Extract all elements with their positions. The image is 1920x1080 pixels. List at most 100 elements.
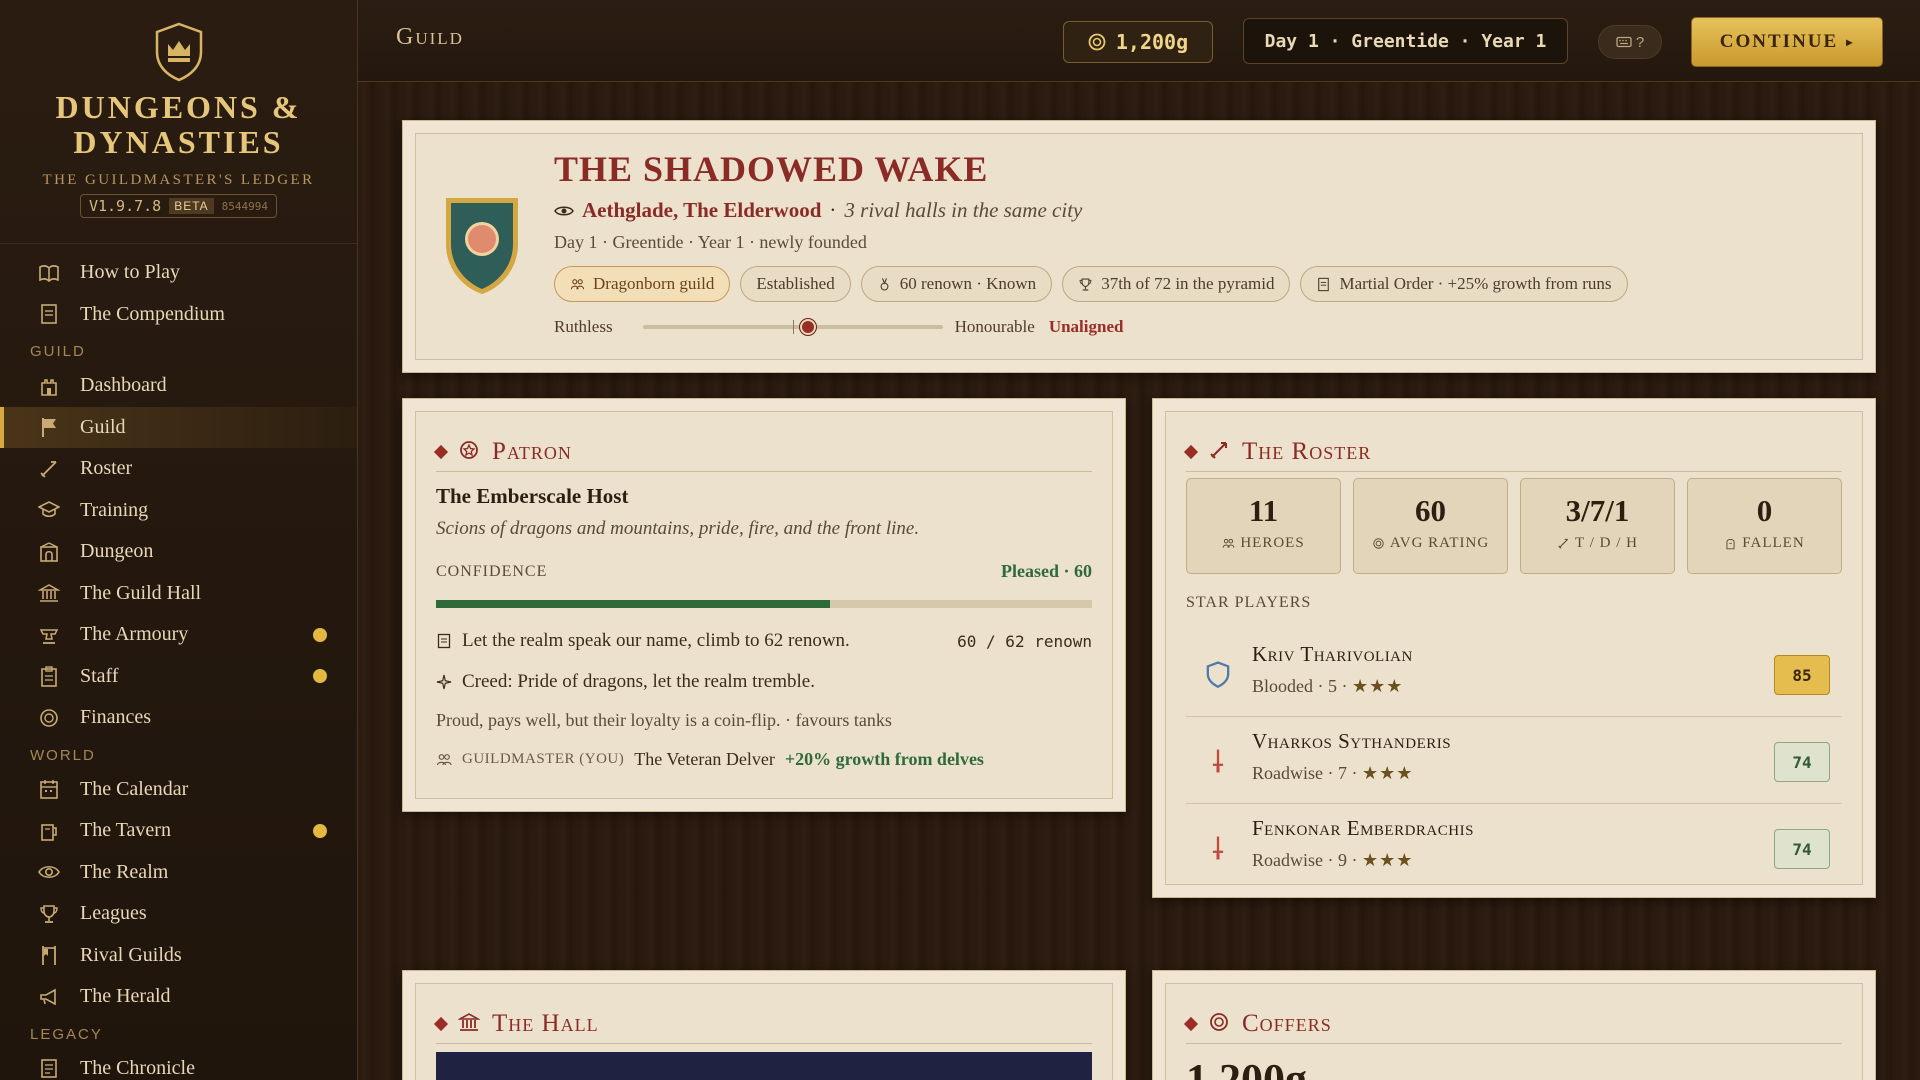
star-players-heading: STAR PLAYERS	[1186, 594, 1312, 611]
patron-description: Scions of dragons and mountains, pride, …	[436, 518, 920, 539]
sidebar-item-staff[interactable]: Staff	[0, 656, 357, 698]
dungeon-icon	[38, 541, 60, 563]
hall-card: The Hall	[402, 970, 1126, 1080]
hall-title: The Hall	[492, 1009, 599, 1037]
player-stars: ★★★	[1361, 850, 1414, 870]
nav-section-guild: GUILD	[30, 343, 86, 360]
stat-label: FALLEN	[1688, 535, 1841, 552]
brand: DUNGEONS & DYNASTIES THE GUILDMASTER'S L…	[0, 0, 357, 244]
clipboard-icon	[41, 666, 57, 688]
sidebar-item-training[interactable]: Training	[0, 490, 357, 532]
sidebar-item-label: How to Play	[80, 261, 180, 284]
player-stars: ★★★	[1351, 676, 1404, 696]
hall-banner-image	[436, 1052, 1092, 1080]
scroll-icon	[41, 1059, 57, 1079]
sidebar-item-the-herald[interactable]: The Herald	[0, 976, 357, 1018]
guildmaster-row: GUILDMASTER (YOU) The Veteran Delver +20…	[436, 749, 1092, 770]
patron-creed-text: Creed: Pride of dragons, let the realm t…	[462, 671, 815, 692]
coffers-amount: 1,200g	[1186, 1055, 1307, 1080]
patron-card: Patron The Emberscale Host Scions of dra…	[402, 398, 1126, 812]
player-meta: Roadwise · 9 · ★★★	[1252, 850, 1413, 871]
sidebar-item-dungeon[interactable]: Dungeon	[0, 531, 357, 573]
alignment-right-label: Honourable	[954, 317, 1035, 336]
guild-tag-label: 60 renown · Known	[899, 274, 1037, 293]
guild-city-link[interactable]: Aethglade, The Elderwood	[582, 198, 821, 223]
gold-display[interactable]: 1,200g	[1063, 21, 1213, 63]
sidebar-item-the-calendar[interactable]: The Calendar	[0, 769, 357, 811]
guild-tag-dragonborn-guild: Dragonborn guild	[554, 266, 731, 302]
roster-stats: 11 HEROES 60 AVG RATING 3/7/1 T / D / H 0 FALLE…	[1186, 478, 1842, 574]
guild-tag-60-renown-known: 60 renown · Known	[860, 266, 1053, 302]
confidence-bar-fill	[436, 600, 830, 608]
sidebar-item-the-tavern[interactable]: The Tavern	[0, 810, 357, 852]
keyboard-help-button[interactable]: ?	[1598, 25, 1662, 59]
sidebar: DUNGEONS & DYNASTIES THE GUILDMASTER'S L…	[0, 0, 358, 1080]
patron-goal: Let the realm speak our name, climb to 6…	[436, 630, 1092, 652]
sidebar-item-label: The Guild Hall	[80, 581, 202, 604]
sidebar-item-the-chronicle[interactable]: The Chronicle	[0, 1048, 357, 1080]
hall-icon	[38, 584, 60, 603]
guild-tag-label: Established	[756, 274, 835, 293]
stat-label: HEROES	[1187, 535, 1340, 552]
alignment-row: Ruthless Honourable Unaligned	[554, 317, 1123, 337]
shield-icon	[1206, 661, 1230, 688]
book-icon	[39, 264, 59, 282]
coffers-card: Coffers 1,200g	[1152, 970, 1876, 1080]
player-name: Fenkonar Emberdrachis	[1252, 816, 1474, 840]
dagger-icon	[1212, 836, 1224, 860]
stat-avg-rating: 60 AVG RATING	[1353, 478, 1508, 574]
guildmaster-title: The Veteran Delver	[634, 749, 775, 769]
notification-dot	[313, 669, 327, 684]
play-arrow-icon: ▸	[1846, 34, 1855, 49]
stat-label-text: AVG RATING	[1389, 535, 1490, 551]
sidebar-item-the-realm[interactable]: The Realm	[0, 852, 357, 894]
player-row[interactable]: Kriv Tharivolian Blooded · 5 · ★★★ 85	[1186, 630, 1842, 717]
app-title-line2: DYNASTIES	[73, 124, 284, 160]
sidebar-item-leagues[interactable]: Leagues	[0, 893, 357, 935]
sidebar-item-the-compendium[interactable]: The Compendium	[0, 294, 357, 336]
sidebar-item-the-guild-hall[interactable]: The Guild Hall	[0, 573, 357, 615]
hall-icon	[456, 1011, 482, 1037]
player-rating: 85	[1774, 655, 1830, 695]
target-icon	[1373, 538, 1384, 549]
sidebar-item-rival-guilds[interactable]: Rival Guilds	[0, 935, 357, 977]
castle-icon	[41, 378, 57, 396]
document-icon	[1318, 277, 1330, 291]
people-icon	[436, 753, 452, 765]
sidebar-item-guild[interactable]: Guild	[0, 406, 357, 448]
calendar-icon	[38, 778, 60, 800]
medal-icon	[880, 277, 889, 290]
app-title-line1: DUNGEONS &	[55, 89, 302, 125]
player-meta: Blooded · 5 · ★★★	[1252, 676, 1403, 697]
sidebar-item-finances[interactable]: Finances	[0, 697, 357, 739]
continue-button[interactable]: CONTINUE ▸	[1691, 17, 1883, 67]
guild-tag-37th-of-72-in-the-pyramid: 37th of 72 in the pyramid	[1062, 266, 1291, 302]
patron-header: Patron	[433, 432, 1092, 472]
app-subtitle: THE GUILDMASTER'S LEDGER	[42, 172, 315, 188]
diamond-icon	[1183, 1016, 1199, 1031]
nav-section-legacy: LEGACY	[30, 1025, 103, 1043]
horn-icon	[38, 986, 60, 1008]
keyboard-icon	[1616, 36, 1632, 48]
alignment-value: Unaligned	[1048, 317, 1124, 336]
guildmaster-label: GUILDMASTER (YOU)	[462, 751, 625, 767]
mortarboard-icon	[38, 499, 60, 521]
alignment-center-tick	[792, 320, 794, 334]
sidebar-item-dashboard[interactable]: Dashboard	[0, 365, 357, 407]
eye-icon	[38, 861, 60, 883]
player-row[interactable]: Fenkonar Emberdrachis Roadwise · 9 · ★★★ 7…	[1186, 804, 1842, 884]
sidebar-item-label: Dungeon	[80, 540, 154, 563]
player-meta-text: Roadwise · 7 ·	[1252, 763, 1362, 783]
sidebar-item-roster[interactable]: Roster	[0, 448, 357, 490]
alignment-slider[interactable]	[642, 319, 943, 335]
sidebar-item-label: Training	[80, 498, 149, 521]
alignment-thumb[interactable]	[799, 319, 816, 335]
player-row[interactable]: Vharkos Sythanderis Roadwise · 7 · ★★★ 74	[1186, 717, 1842, 804]
sidebar-item-label: Rival Guilds	[80, 943, 182, 966]
player-meta-text: Roadwise · 9 ·	[1252, 850, 1362, 870]
player-rating: 74	[1774, 829, 1830, 869]
sidebar-item-the-armoury[interactable]: The Armoury	[0, 614, 357, 656]
guild-tag-label: 37th of 72 in the pyramid	[1101, 274, 1275, 293]
sidebar-item-how-to-play[interactable]: How to Play	[0, 252, 357, 294]
sidebar-item-label: The Herald	[80, 985, 171, 1008]
